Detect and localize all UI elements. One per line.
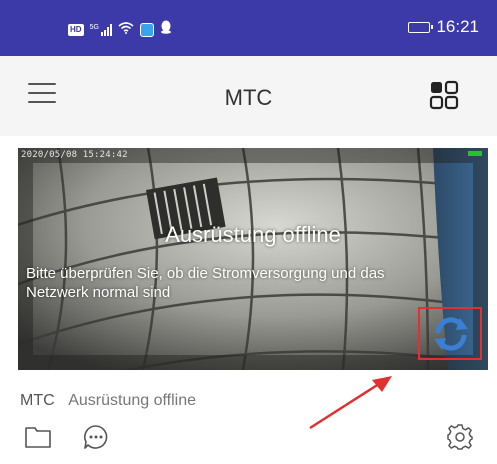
status-time: 16:21	[436, 17, 479, 36]
offline-message: Bitte überprüfen Sie, ob die Stromversor…	[26, 265, 385, 301]
page-title: MTC	[224, 85, 273, 110]
grid-view-icon[interactable]	[429, 80, 459, 110]
device-status: Ausrüstung offline	[68, 392, 197, 409]
refresh-icon	[434, 317, 468, 351]
device-actions	[0, 420, 497, 460]
app-notification-icon	[139, 22, 154, 37]
settings-icon[interactable]	[446, 423, 474, 456]
qq-icon	[160, 20, 172, 39]
wifi-icon	[118, 21, 134, 39]
camera-preview[interactable]: 2020/05/08 15:24:42 Ausrüstung offline B…	[18, 148, 488, 370]
device-info-row: MTC Ausrüstung offline	[20, 392, 196, 410]
app-bar: MTC	[0, 56, 497, 136]
message-icon[interactable]	[82, 423, 110, 456]
video-timestamp: 2020/05/08 15:24:42	[21, 150, 128, 160]
battery-icon	[408, 21, 434, 33]
offline-title: Ausrüstung offline	[165, 222, 341, 247]
device-name: MTC	[20, 392, 55, 409]
status-bar: HD 5G 16:21	[0, 0, 497, 56]
status-icons-right: 16:21	[408, 17, 479, 37]
hd-icon: HD	[68, 23, 84, 36]
signal-icon: 5G	[89, 23, 112, 36]
status-icons-left: HD 5G	[68, 20, 172, 39]
network-type-label: 5G	[89, 23, 99, 31]
folder-icon[interactable]	[24, 425, 52, 454]
signal-indicator	[468, 151, 482, 156]
refresh-button[interactable]	[418, 307, 482, 360]
